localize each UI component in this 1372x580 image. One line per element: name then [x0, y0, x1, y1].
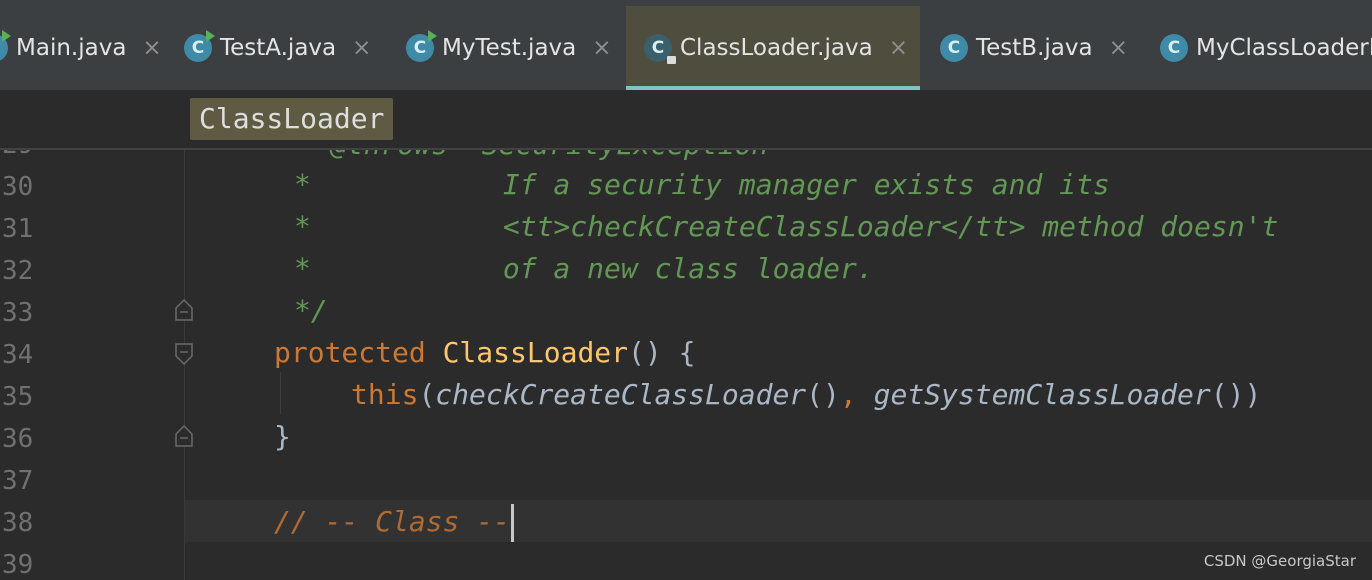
line-number: 30 — [2, 172, 34, 202]
tab-testb-java[interactable]: C TestB.java × — [940, 6, 1128, 90]
tab-label: ClassLoader.java — [680, 35, 873, 61]
run-class-icon: C — [184, 30, 215, 62]
line-number: 39 — [2, 550, 34, 580]
line-number: 33 — [2, 298, 34, 328]
watermark: CSDN @GeorgiaStar — [1203, 552, 1356, 570]
tab-label: MyTest.java — [442, 35, 577, 61]
fold-start-icon[interactable] — [174, 342, 194, 366]
close-icon[interactable]: × — [592, 35, 611, 61]
method-call: checkCreateClassLoader — [435, 378, 807, 411]
doc-star: * — [294, 168, 311, 201]
tab-classloader-java[interactable]: C ClassLoader.java × — [626, 6, 920, 90]
code-punctuation: ( — [418, 378, 436, 411]
line-number: 36 — [2, 424, 34, 454]
fold-end-icon[interactable] — [174, 424, 194, 448]
class-letter: C — [651, 38, 665, 58]
code-line-38: // -- Class -- — [274, 504, 515, 542]
keyword: this — [351, 378, 419, 411]
indent-guide — [280, 372, 281, 414]
constructor-name: ClassLoader — [442, 336, 629, 369]
breadcrumb-bar: ClassLoader — [0, 90, 1372, 150]
line-number: 29 — [0, 150, 62, 160]
code-punctuation: () — [806, 378, 840, 411]
tab-mytest-java[interactable]: C MyTest.java × — [406, 6, 612, 90]
doc-comment-text: <tt>checkCreateClassLoader</tt> method d… — [502, 210, 1279, 243]
tab-label: Main.java — [16, 35, 127, 61]
doc-star: * — [294, 252, 311, 285]
code-punctuation: () { — [628, 336, 696, 369]
tab-main-java[interactable]: C Main.java × — [0, 6, 162, 90]
close-icon[interactable]: × — [1109, 35, 1128, 61]
code-line-35: this(checkCreateClassLoader(), getSystem… — [351, 378, 1261, 411]
class-letter: C — [947, 38, 961, 58]
run-class-icon: C — [0, 30, 11, 62]
class-letter: C — [413, 38, 427, 58]
doc-comment-text: of a new class loader. — [502, 252, 874, 285]
doc-comment-text: If a security manager exists and its — [502, 168, 1110, 201]
code-line-33: */ — [294, 294, 328, 327]
method-call: getSystemClassLoader — [873, 378, 1211, 411]
keyword: protected — [274, 336, 426, 369]
close-icon[interactable]: × — [889, 35, 908, 61]
tab-myclassloader[interactable]: C MyClassLoaderE — [1160, 6, 1372, 90]
tab-label: TestA.java — [220, 35, 337, 61]
line-number: 35 — [2, 382, 34, 412]
doc-star: * — [294, 210, 311, 243]
line-number: 37 — [2, 466, 34, 496]
class-icon: C — [1160, 34, 1188, 62]
close-icon[interactable]: × — [352, 35, 371, 61]
code-line-32: * of a new class loader. — [294, 252, 874, 285]
fold-end-icon[interactable] — [174, 298, 194, 322]
class-letter: C — [191, 38, 205, 58]
close-icon[interactable]: × — [142, 35, 161, 61]
class-letter: C — [1167, 38, 1181, 58]
code-line-30: * If a security manager exists and its — [294, 168, 1110, 201]
code-line-34: protected ClassLoader() { — [274, 336, 695, 369]
run-class-icon: C — [406, 30, 437, 62]
tab-testa-java[interactable]: C TestA.java × — [184, 6, 371, 90]
code-editor[interactable]: 29 30 31 32 33 34 35 36 37 38 39 @throws… — [0, 150, 1372, 580]
line-number: 31 — [2, 214, 34, 244]
doc-comment-end: */ — [294, 294, 328, 327]
tab-label: MyClassLoaderE — [1196, 35, 1372, 61]
line-number: 34 — [2, 340, 34, 370]
code-line-36: } — [274, 420, 291, 453]
breadcrumb-classloader[interactable]: ClassLoader — [190, 98, 394, 140]
line-number: 38 — [2, 508, 34, 538]
doc-comment-text: @throws SecurityException — [330, 150, 768, 161]
locked-class-icon: C — [644, 34, 676, 64]
tab-label: TestB.java — [976, 35, 1093, 61]
line-number: 32 — [2, 256, 34, 286]
closing-brace: } — [274, 420, 291, 453]
text-caret — [511, 504, 515, 542]
code-line-31: * <tt>checkCreateClassLoader</tt> method … — [294, 210, 1278, 243]
class-icon: C — [940, 34, 968, 62]
code-punctuation: , — [839, 378, 874, 411]
line-comment: // -- Class -- — [274, 505, 511, 538]
code-punctuation: ()) — [1210, 378, 1262, 411]
code-line-29: @throws SecurityException — [330, 150, 768, 161]
editor-tab-bar: C Main.java × C TestA.java × C MyTest.ja… — [0, 0, 1372, 90]
